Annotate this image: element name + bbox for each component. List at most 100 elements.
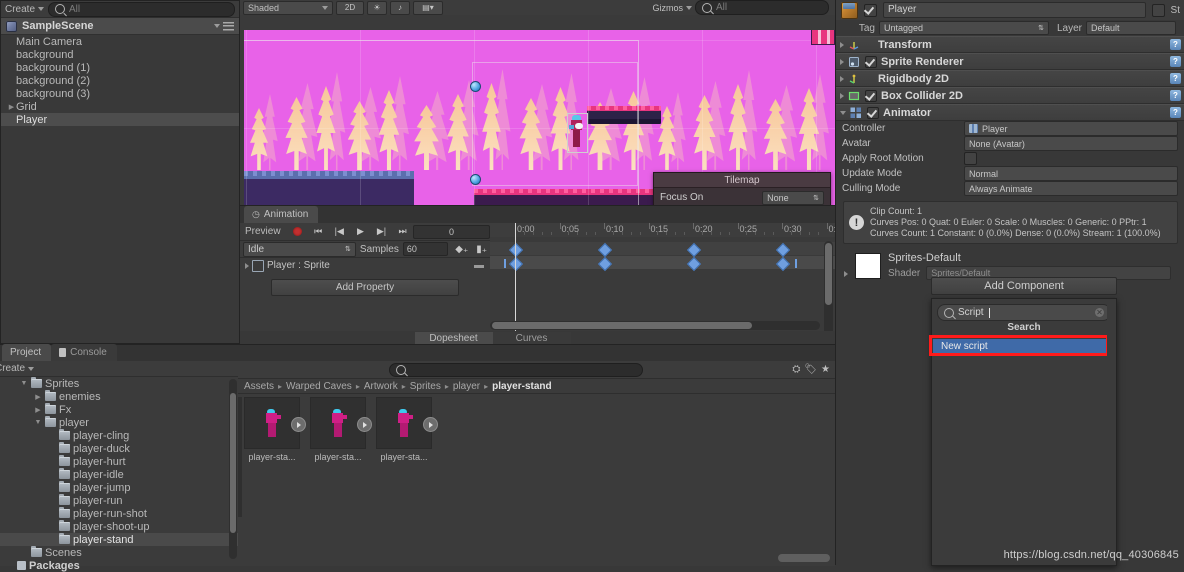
filter-by-type-icon[interactable]: ⛭ — [792, 364, 800, 375]
expand-arrow-icon[interactable] — [840, 58, 844, 65]
tag-dropdown[interactable]: Untagged ⇅ — [879, 21, 1049, 35]
animator-row-value[interactable]: Always Animate — [964, 181, 1178, 196]
chevron-down-icon[interactable] — [214, 24, 220, 28]
hierarchy-search-input[interactable]: All — [48, 1, 235, 17]
hamburger-menu-icon[interactable] — [223, 21, 234, 31]
breadcrumb-item[interactable]: Warped Caves — [286, 381, 352, 392]
gameobject-name-field[interactable]: Player — [883, 2, 1146, 18]
apply-root-motion-checkbox[interactable] — [964, 152, 977, 165]
add-keyframe-button[interactable]: ◆₊ — [455, 244, 468, 255]
breadcrumb-item[interactable]: Sprites — [410, 381, 441, 392]
dopesheet-vertical-scrollbar[interactable] — [824, 241, 833, 341]
help-icon[interactable]: ? — [1170, 39, 1181, 50]
scene-lighting-toggle[interactable]: ☀ — [367, 0, 387, 15]
component-header-rigidbody-2d[interactable]: Rigidbody 2D? — [836, 70, 1184, 87]
component-search-input[interactable]: Script ✕ — [937, 304, 1111, 321]
add-property-button[interactable]: Add Property — [271, 279, 459, 296]
scene-draw-mode-dropdown[interactable]: Shaded — [243, 0, 333, 15]
scene-gizmos-dropdown[interactable]: Gizmos — [652, 3, 692, 13]
add-component-button[interactable]: Add Component — [931, 277, 1117, 295]
project-tree-item-player-stand[interactable]: player-stand — [0, 533, 238, 546]
component-header-transform[interactable]: Transform? — [836, 36, 1184, 53]
project-tree-item-player[interactable]: ▼ player — [0, 416, 238, 429]
project-create-button[interactable]: Create — [0, 363, 35, 374]
project-search-input[interactable] — [388, 362, 643, 377]
scene-handle-bottom[interactable] — [470, 174, 481, 185]
tilemap-focus-dropdown[interactable]: None ⇅ — [762, 190, 824, 205]
project-tree-item-player-jump[interactable]: player-jump — [0, 481, 238, 494]
next-keyframe-button[interactable]: ▶| — [371, 225, 392, 239]
animator-row-value[interactable]: None (Avatar) — [964, 136, 1178, 151]
hierarchy-item-background-2[interactable]: background (2) — [1, 74, 239, 87]
asset-item[interactable]: player-sta... — [310, 397, 372, 462]
scene-search-input[interactable]: All — [695, 0, 829, 15]
project-zoom-slider[interactable] — [778, 554, 830, 562]
component-header-animator[interactable]: Animator? — [836, 104, 1184, 121]
expand-arrow-icon[interactable]: ▼ — [20, 380, 28, 387]
animation-property-row[interactable]: Player : Sprite ▬ — [240, 258, 490, 273]
expand-arrow-icon[interactable]: ▶ — [34, 393, 42, 401]
tab-animation[interactable]: ◷ Animation — [244, 206, 319, 223]
hierarchy-item-main-camera[interactable]: Main Camera — [1, 35, 239, 48]
project-tree-scrollbar[interactable] — [229, 379, 237, 559]
tilemap-popup-panel[interactable]: Tilemap Focus On None ⇅ — [653, 172, 831, 205]
play-button[interactable]: ▶ — [350, 225, 371, 239]
component-header-box-collider-2d[interactable]: Box Collider 2D? — [836, 87, 1184, 104]
property-options-icon[interactable]: ▬ — [474, 260, 484, 271]
project-tree-item-packages[interactable]: Packages — [0, 559, 238, 572]
tab-project[interactable]: Project — [2, 344, 52, 361]
gameobject-enabled-checkbox[interactable] — [864, 3, 877, 17]
expand-arrow-icon[interactable]: ▼ — [34, 419, 42, 426]
project-tree-item-player-run[interactable]: player-run — [0, 494, 238, 507]
hierarchy-item-background-1[interactable]: background (1) — [1, 61, 239, 74]
animation-tab-dopesheet[interactable]: Dopesheet — [414, 331, 493, 345]
component-header-sprite-renderer[interactable]: Sprite Renderer? — [836, 53, 1184, 70]
project-tree-item-player-cling[interactable]: player-cling — [0, 429, 238, 442]
animation-frame-field[interactable]: 0 — [413, 224, 490, 239]
scene-audio-toggle[interactable]: ♪ — [390, 0, 410, 15]
scene-handle-top[interactable] — [470, 81, 481, 92]
tab-console[interactable]: Console — [51, 344, 117, 361]
hierarchy-scene-row[interactable]: SampleScene — [1, 18, 239, 35]
expand-arrow-icon[interactable]: ▶ — [34, 406, 42, 414]
expand-arrow-icon[interactable] — [245, 262, 249, 269]
hierarchy-item-player[interactable]: Player — [1, 113, 239, 126]
animation-tab-curves[interactable]: Curves — [492, 331, 571, 345]
animation-timeline-ruler[interactable]: 0:000:050:100:150:200:250:300:35 — [490, 223, 864, 238]
dopesheet-bar-end[interactable] — [795, 259, 798, 268]
breadcrumb-item[interactable]: Assets — [244, 381, 274, 392]
help-icon[interactable]: ? — [1170, 56, 1181, 67]
animation-clip-dropdown[interactable]: Idle ⇅ — [243, 241, 356, 257]
asset-preview-play-icon[interactable] — [423, 417, 438, 432]
clear-search-icon[interactable]: ✕ — [1095, 308, 1104, 317]
component-enabled-checkbox[interactable] — [865, 55, 877, 68]
expand-arrow-icon[interactable]: ▶ — [7, 103, 16, 111]
static-checkbox[interactable] — [1151, 3, 1165, 17]
project-tree-item-fx[interactable]: ▶ Fx — [0, 403, 238, 416]
help-icon[interactable]: ? — [1170, 90, 1181, 101]
hierarchy-item-grid[interactable]: ▶ Grid — [1, 100, 239, 113]
help-icon[interactable]: ? — [1170, 73, 1181, 84]
expand-arrow-icon[interactable] — [840, 41, 844, 48]
add-event-button[interactable]: ▮₊ — [476, 244, 487, 255]
project-tree-item-enemies[interactable]: ▶ enemies — [0, 390, 238, 403]
scene-effects-dropdown[interactable]: ▤▾ — [413, 0, 443, 15]
dopesheet-horizontal-scrollbar[interactable] — [490, 321, 820, 330]
record-button[interactable] — [287, 225, 308, 239]
hierarchy-item-background[interactable]: background — [1, 48, 239, 61]
help-icon[interactable]: ? — [1170, 107, 1181, 118]
expand-arrow-icon[interactable] — [840, 92, 844, 99]
animator-row-value[interactable]: Player — [964, 121, 1178, 136]
breadcrumb-item[interactable]: Artwork — [364, 381, 398, 392]
breadcrumb-item[interactable]: player — [453, 381, 480, 392]
animation-preview-label[interactable]: Preview — [243, 226, 287, 237]
project-tree-item-player-idle[interactable]: player-idle — [0, 468, 238, 481]
project-tree-item-sprites[interactable]: ▼ Sprites — [0, 377, 238, 390]
hierarchy-item-background-3[interactable]: background (3) — [1, 87, 239, 100]
project-tree-item-player-duck[interactable]: player-duck — [0, 442, 238, 455]
first-frame-button[interactable]: ⏮ — [308, 225, 329, 239]
project-tree-item-player-shoot-up[interactable]: player-shoot-up — [0, 520, 238, 533]
asset-preview-play-icon[interactable] — [291, 417, 306, 432]
project-tree-item-scenes[interactable]: Scenes — [0, 546, 238, 559]
project-tree-item-player-hurt[interactable]: player-hurt — [0, 455, 238, 468]
